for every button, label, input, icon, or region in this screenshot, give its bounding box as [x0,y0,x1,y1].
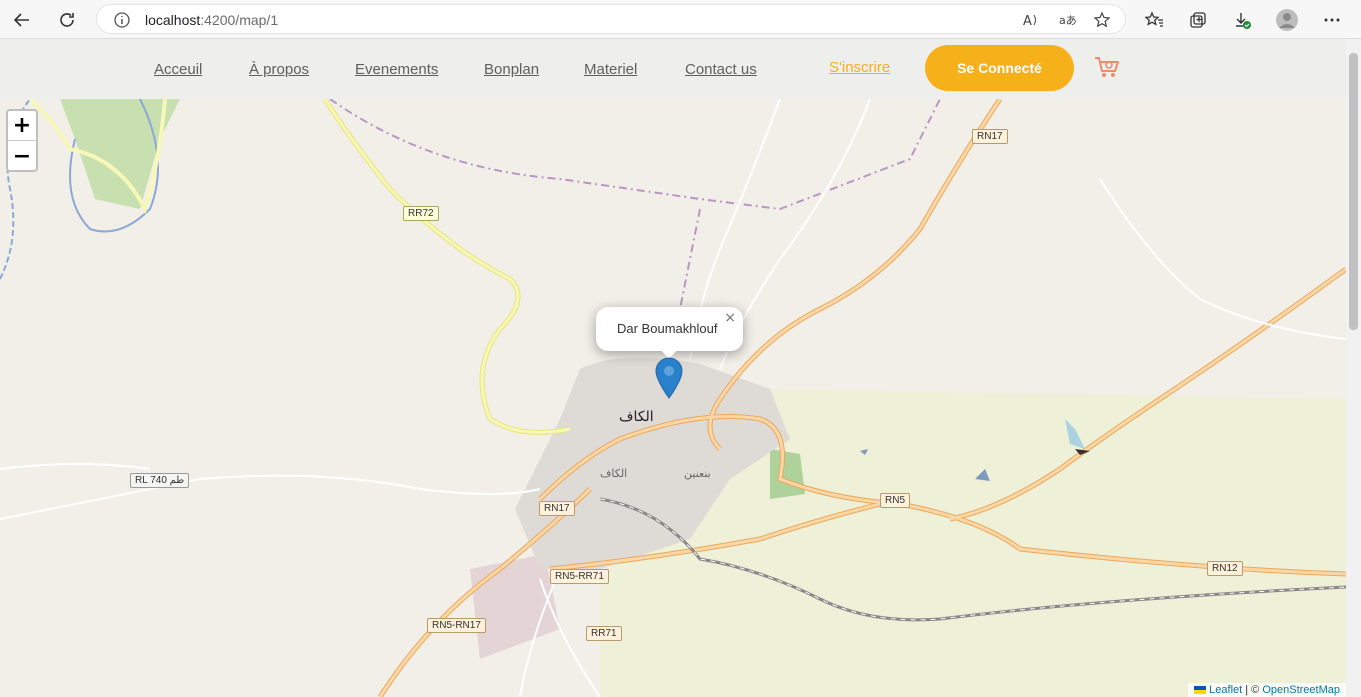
refresh-icon[interactable] [54,7,80,33]
road-label: RN5 [880,493,911,508]
nav-link-evenements[interactable]: Evenements [355,61,438,78]
browser-toolbar: localhost:4200/map/1 A aあ [0,0,1361,39]
map-view[interactable]: RN17 RR72 RL 740 طم RN17 RN5 RN5-RR71 RN… [0,99,1346,697]
collections-icon[interactable] [1185,7,1211,33]
more-menu-icon[interactable] [1319,7,1345,33]
back-icon[interactable] [9,7,35,33]
info-icon[interactable] [113,11,131,29]
address-bar[interactable]: localhost:4200/map/1 A aあ [96,4,1126,34]
add-favorite-icon[interactable] [1093,11,1111,29]
page-scrollbar[interactable] [1346,39,1361,697]
nav-link-acceuil[interactable]: Acceuil [154,61,202,78]
marker-popup: Dar Boumakhlouf × [596,307,743,359]
profile-avatar-icon[interactable] [1274,7,1300,33]
scrollbar-thumb[interactable] [1349,53,1358,330]
nav-link-bonplan[interactable]: Bonplan [484,61,539,78]
popup-close-button[interactable]: × [724,310,736,326]
city-label-small: الكاف [600,467,628,480]
connect-button[interactable]: Se Connecté [925,45,1074,91]
osm-link[interactable]: OpenStreetMap [1262,684,1340,696]
road-label: RN12 [1207,561,1243,576]
nav-link-contact[interactable]: Contact us [685,61,757,78]
map-attribution: Leaflet | © OpenStreetMap [1188,683,1346,697]
leaflet-link[interactable]: Leaflet [1209,684,1242,696]
road-label: RR72 [403,206,439,221]
zoom-out-button[interactable]: − [8,141,36,171]
road-label: RL 740 طم [130,473,190,488]
popup-text: Dar Boumakhlouf [617,321,718,336]
district-label: بنعنين [684,467,711,480]
site-navbar: Acceuil À propos Evenements Bonplan Mate… [0,39,1346,99]
ukraine-flag-icon [1194,686,1207,695]
zoom-in-button[interactable]: + [8,111,36,141]
city-label: الكاف [619,409,654,425]
road-label: RR71 [586,626,622,641]
road-label: RN5-RR71 [550,569,609,584]
cart-icon[interactable] [1093,53,1121,81]
translate-icon[interactable]: aあ [1059,11,1077,29]
zoom-control: + − [6,109,38,172]
attribution-separator: | © [1242,684,1263,696]
nav-link-a-propos[interactable]: À propos [249,61,309,78]
svg-text:A: A [1023,14,1032,29]
road-label: RN5-RN17 [427,618,486,633]
svg-text:aあ: aあ [1059,14,1077,27]
signup-link[interactable]: S'inscrire [829,59,890,76]
road-label: RN17 [972,129,1008,144]
downloads-icon[interactable] [1229,7,1255,33]
favorites-icon[interactable] [1141,7,1167,33]
read-aloud-icon[interactable]: A [1022,11,1040,29]
url-text: localhost:4200/map/1 [145,12,279,28]
road-label: RN17 [539,501,575,516]
nav-link-materiel[interactable]: Materiel [584,61,637,78]
map-marker-icon[interactable] [655,357,683,399]
